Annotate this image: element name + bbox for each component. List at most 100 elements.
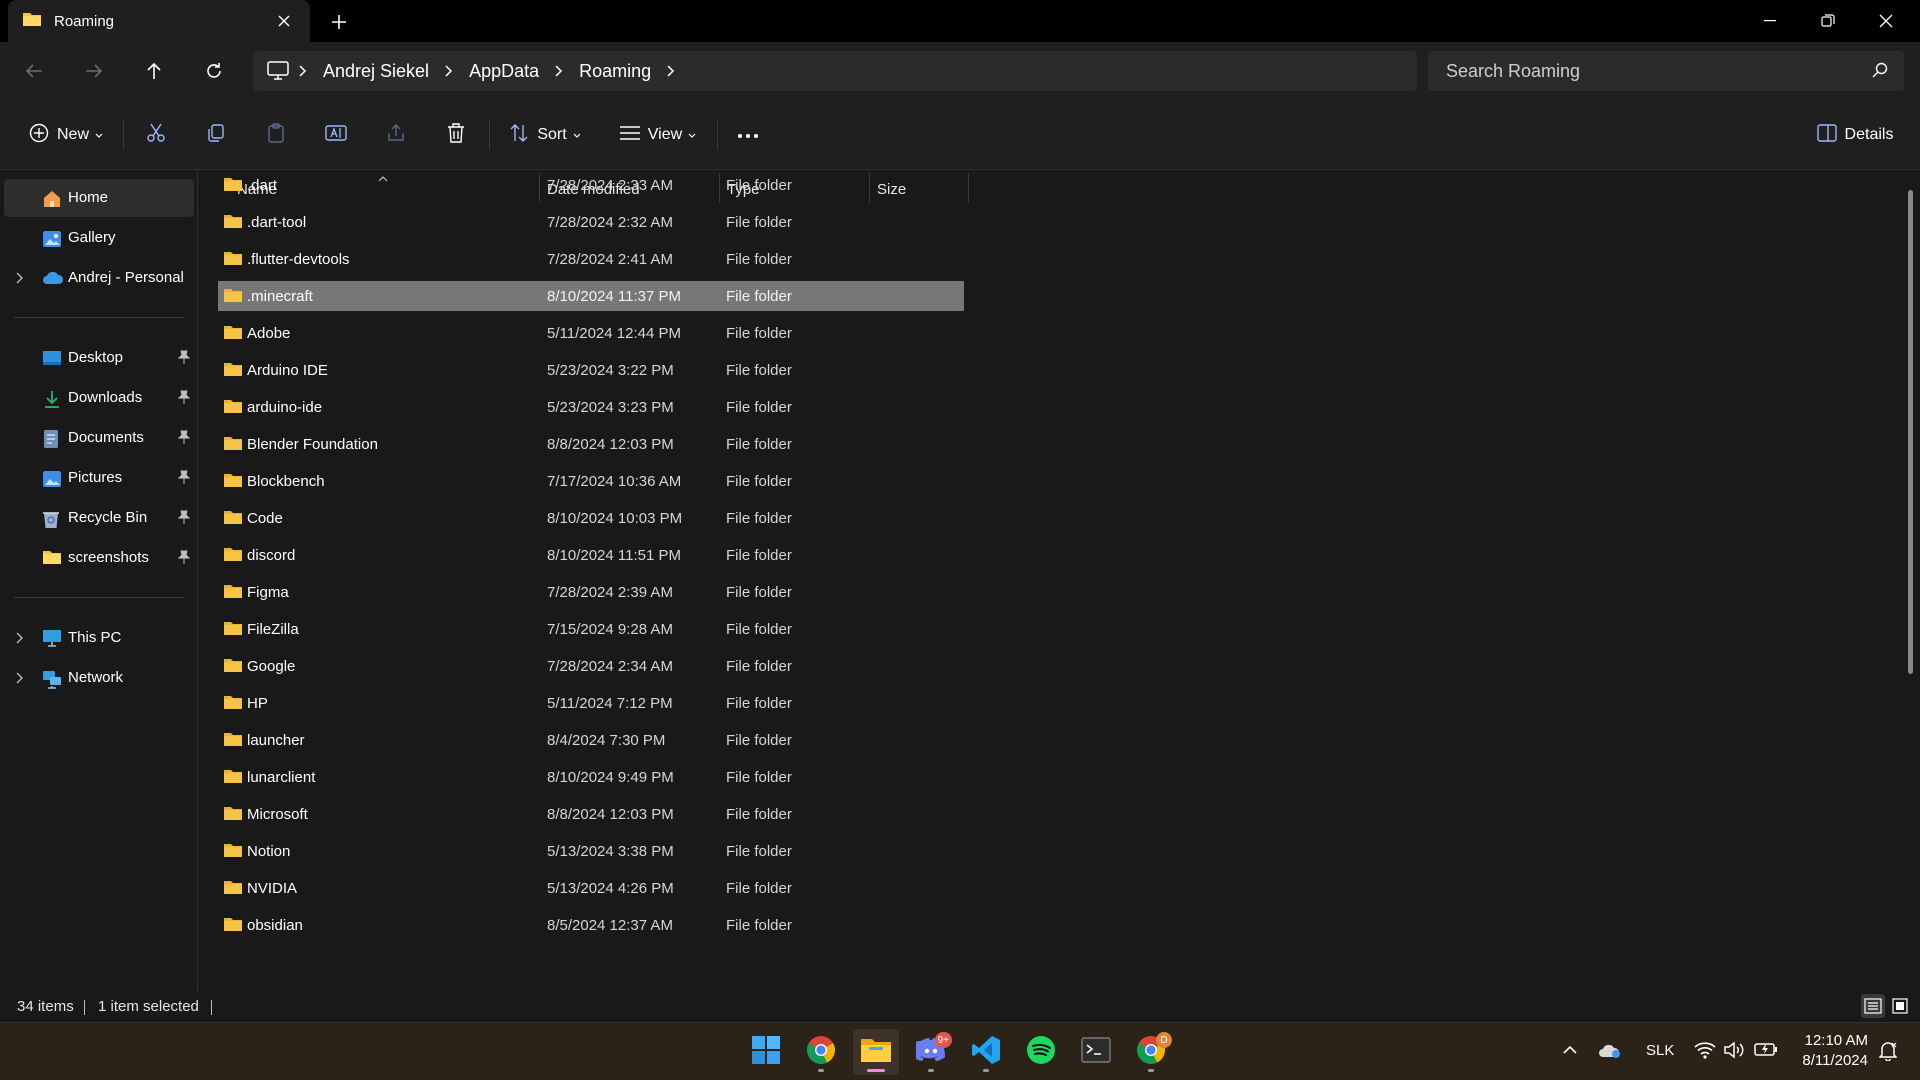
- file-row[interactable]: obsidian 8/5/2024 12:37 AM File folder: [218, 910, 964, 940]
- file-row[interactable]: FileZilla 7/15/2024 9:28 AM File folder: [218, 614, 964, 644]
- tiles-view-toggle[interactable]: [1888, 994, 1912, 1018]
- sidebar-item-label: screenshots: [68, 549, 149, 566]
- battery-tray-icon[interactable]: [1753, 1041, 1779, 1061]
- view-button[interactable]: View: [617, 117, 699, 153]
- new-tab-button[interactable]: [328, 11, 350, 33]
- sidebar-item-home[interactable]: Home: [4, 179, 194, 217]
- file-row[interactable]: Google 7/28/2024 2:34 AM File folder: [218, 651, 964, 681]
- taskbar-chrome[interactable]: D: [1128, 1029, 1174, 1075]
- file-row[interactable]: Notion 5/13/2024 3:38 PM File folder: [218, 836, 964, 866]
- pin-icon[interactable]: [177, 390, 191, 408]
- file-row[interactable]: .dart-tool 7/28/2024 2:32 AM File folder: [218, 207, 964, 237]
- file-row[interactable]: Arduino IDE 5/23/2024 3:22 PM File folder: [218, 355, 964, 385]
- sidebar-item-gallery[interactable]: Gallery: [4, 219, 194, 257]
- close-tab-icon[interactable]: [274, 11, 294, 31]
- new-button[interactable]: New: [24, 117, 108, 153]
- file-row[interactable]: Blender Foundation 8/8/2024 12:03 PM File …: [218, 429, 964, 459]
- taskbar-clock[interactable]: 12:10 AM 8/11/2024: [1796, 1031, 1868, 1071]
- chevron-right-icon[interactable]: [16, 671, 24, 688]
- delete-button[interactable]: [439, 117, 473, 153]
- breadcrumb[interactable]: Andrej Siekel AppData Roaming: [253, 51, 1417, 91]
- pin-icon[interactable]: [177, 470, 191, 488]
- search-input[interactable]: [1446, 60, 1866, 82]
- search-icon[interactable]: [1872, 62, 1888, 82]
- file-name: lunarclient: [247, 769, 316, 786]
- wifi-tray-icon[interactable]: [1693, 1041, 1717, 1063]
- computer-icon[interactable]: [267, 61, 289, 81]
- sidebar-item-this-pc[interactable]: This PC: [4, 619, 194, 657]
- close-window-button[interactable]: [1866, 6, 1906, 36]
- restore-button[interactable]: [1808, 6, 1848, 36]
- details-view-toggle[interactable]: [1861, 994, 1885, 1018]
- vertical-scrollbar[interactable]: [1908, 190, 1913, 674]
- up-button[interactable]: [137, 54, 171, 88]
- more-options-button[interactable]: [731, 117, 765, 153]
- file-row[interactable]: Code 8/10/2024 10:03 PM File folder: [218, 503, 964, 533]
- file-row[interactable]: .dart 7/28/2024 2:33 AM File folder: [218, 170, 964, 200]
- chevron-right-icon[interactable]: [16, 631, 24, 648]
- volume-tray-icon[interactable]: [1722, 1041, 1746, 1063]
- sidebar-item-screenshots[interactable]: screenshots: [4, 539, 194, 577]
- sidebar-item-network[interactable]: Network: [4, 659, 194, 697]
- forward-button[interactable]: [77, 54, 111, 88]
- copy-button[interactable]: [199, 117, 233, 153]
- taskbar-file-explorer[interactable]: [853, 1029, 899, 1075]
- breadcrumb-item[interactable]: AppData: [469, 61, 539, 82]
- pin-icon[interactable]: [177, 510, 191, 528]
- file-row[interactable]: arduino-ide 5/23/2024 3:23 PM File folder: [218, 392, 964, 422]
- sidebar-item-onedrive[interactable]: Andrej - Personal: [4, 259, 194, 297]
- file-row[interactable]: NVIDIA 5/13/2024 4:26 PM File folder: [218, 873, 964, 903]
- taskbar-spotify[interactable]: [1018, 1029, 1064, 1075]
- details-pane-icon: [1816, 123, 1837, 147]
- sort-button[interactable]: Sort: [506, 117, 584, 153]
- file-row[interactable]: Blockbench 7/17/2024 10:36 AM File folder: [218, 466, 964, 496]
- sidebar-item-documents[interactable]: Documents: [4, 419, 194, 457]
- chevron-right-icon[interactable]: [16, 271, 24, 288]
- file-row[interactable]: launcher 8/4/2024 7:30 PM File folder: [218, 725, 964, 755]
- breadcrumb-item[interactable]: Andrej Siekel: [323, 61, 429, 82]
- file-row[interactable]: .flutter-devtools 7/28/2024 2:41 AM File f…: [218, 244, 964, 274]
- sidebar-item-pictures[interactable]: Pictures: [4, 459, 194, 497]
- details-button[interactable]: Details: [1810, 117, 1900, 153]
- file-row[interactable]: Adobe 5/11/2024 12:44 PM File folder: [218, 318, 964, 348]
- minimize-button[interactable]: [1750, 6, 1790, 36]
- sidebar-item-desktop[interactable]: Desktop: [4, 339, 194, 377]
- file-row[interactable]: Figma 7/28/2024 2:39 AM File folder: [218, 577, 964, 607]
- pin-icon[interactable]: [177, 350, 191, 368]
- search-box[interactable]: [1428, 51, 1904, 91]
- onedrive-tray-icon[interactable]: [1598, 1041, 1622, 1063]
- cut-button[interactable]: [139, 117, 173, 153]
- tab-roaming[interactable]: Roaming: [8, 0, 310, 42]
- notifications-button[interactable]: [1876, 1041, 1900, 1065]
- start-button[interactable]: [743, 1029, 789, 1075]
- paste-button[interactable]: [259, 117, 293, 153]
- chevron-right-icon[interactable]: [299, 65, 307, 77]
- sidebar-item-downloads[interactable]: Downloads: [4, 379, 194, 417]
- file-row[interactable]: lunarclient 8/10/2024 9:49 PM File folder: [218, 762, 964, 792]
- file-row[interactable]: discord 8/10/2024 11:51 PM File folder: [218, 540, 964, 570]
- sidebar-item-recycle-bin[interactable]: Recycle Bin: [4, 499, 194, 537]
- taskbar-chrome-profile[interactable]: [798, 1029, 844, 1075]
- show-hidden-icons-button[interactable]: [1560, 1041, 1580, 1058]
- taskbar-vscode[interactable]: [963, 1029, 1009, 1075]
- taskbar-discord[interactable]: 9+: [908, 1029, 954, 1075]
- file-row[interactable]: Microsoft 8/8/2024 12:03 PM File folder: [218, 799, 964, 829]
- file-date-modified: 8/8/2024 12:03 PM: [547, 436, 674, 453]
- column-divider[interactable]: [968, 173, 969, 203]
- refresh-button[interactable]: [197, 54, 231, 88]
- pin-icon[interactable]: [177, 430, 191, 448]
- folder-icon: [223, 287, 243, 307]
- back-button[interactable]: [17, 54, 51, 88]
- file-row[interactable]: .minecraft 8/10/2024 11:37 PM File folder: [218, 281, 964, 311]
- rename-button[interactable]: [319, 117, 353, 153]
- chevron-right-icon[interactable]: [667, 65, 675, 77]
- share-button[interactable]: [379, 117, 413, 153]
- breadcrumb-item[interactable]: Roaming: [579, 61, 651, 82]
- sidebar-item-label: Recycle Bin: [68, 509, 148, 526]
- chevron-right-icon[interactable]: [555, 65, 563, 77]
- chevron-right-icon[interactable]: [445, 65, 453, 77]
- file-row[interactable]: HP 5/11/2024 7:12 PM File folder: [218, 688, 964, 718]
- keyboard-language[interactable]: SLK: [1646, 1042, 1674, 1059]
- taskbar-terminal[interactable]: [1073, 1029, 1119, 1075]
- pin-icon[interactable]: [177, 550, 191, 568]
